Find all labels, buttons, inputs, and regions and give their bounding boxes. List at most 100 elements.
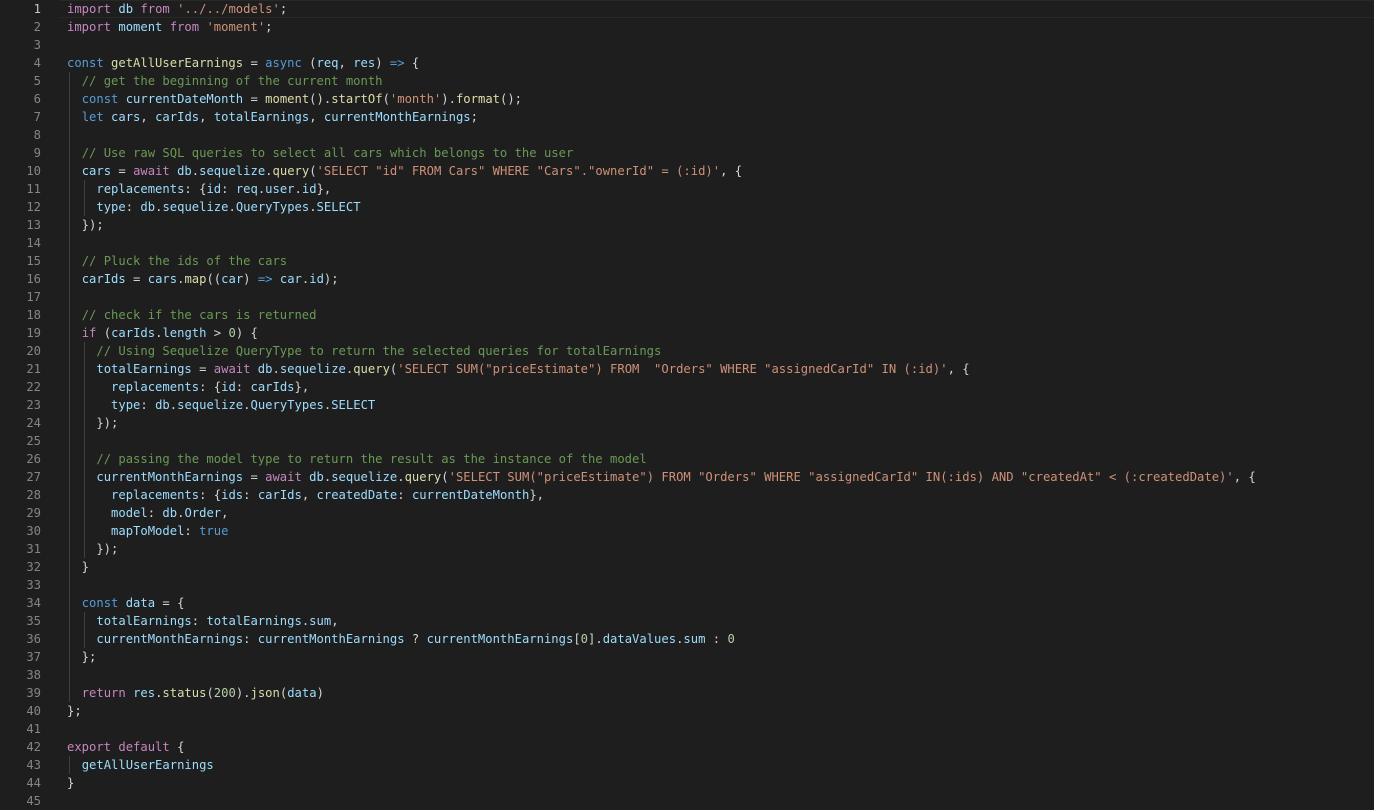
code-token: },	[529, 488, 545, 502]
code-token: 'SELECT "id" FROM Cars" WHERE "Cars"."ow…	[316, 164, 721, 178]
code-line[interactable]: 6 const currentDateMonth = moment().star…	[0, 90, 1374, 108]
code-token: totalEarnings	[206, 614, 302, 628]
code-token: cars	[81, 164, 112, 178]
code-line[interactable]: 29 model: db.Order,	[0, 504, 1374, 522]
code-token: replacements	[111, 380, 200, 394]
line-number: 24	[26, 416, 41, 430]
code-line[interactable]: 15 // Pluck the ids of the cars	[0, 252, 1374, 270]
line-code: };	[67, 702, 82, 720]
code-line[interactable]: 44}	[0, 774, 1374, 792]
line-code: const getAllUserEarnings = async (req, r…	[67, 54, 419, 72]
code-line[interactable]: 8	[0, 126, 1374, 144]
line-number: 38	[26, 668, 41, 682]
line-code: };	[67, 648, 97, 666]
code-token: sequelize	[279, 362, 346, 376]
line-number: 36	[26, 632, 41, 646]
code-line[interactable]: 10 cars = await db.sequelize.query('SELE…	[0, 162, 1374, 180]
code-line[interactable]: 12 type: db.sequelize.QueryTypes.SELECT	[0, 198, 1374, 216]
code-token: dataValues	[602, 632, 677, 646]
code-line[interactable]: 21 totalEarnings = await db.sequelize.qu…	[0, 360, 1374, 378]
code-line[interactable]: 45	[0, 792, 1374, 810]
code-line[interactable]: 32 }	[0, 558, 1374, 576]
code-line[interactable]: 36 currentMonthEarnings: currentMonthEar…	[0, 630, 1374, 648]
indent-guide	[83, 342, 85, 558]
code-token: ,	[140, 110, 156, 124]
code-line[interactable]: 11 replacements: {id: req.user.id},	[0, 180, 1374, 198]
code-token: , {	[720, 164, 743, 178]
code-token: data	[125, 596, 156, 610]
code-line[interactable]: 18 // check if the cars is returned	[0, 306, 1374, 324]
code-line[interactable]: 43 getAllUserEarnings	[0, 756, 1374, 774]
line-number: 4	[33, 56, 41, 70]
code-token: , {	[1233, 470, 1256, 484]
code-token: };	[67, 704, 82, 718]
code-token: =	[125, 272, 148, 286]
code-token: carIds	[155, 110, 200, 124]
code-token: =	[111, 164, 134, 178]
code-editor[interactable]: 1 import db from '../../models'; 2 import m…	[0, 0, 1374, 808]
code-token: (	[441, 470, 449, 484]
code-token: sequelize	[177, 398, 244, 412]
code-line[interactable]: 13 });	[0, 216, 1374, 234]
line-code: type: db.sequelize.QueryTypes.SELECT	[67, 198, 360, 216]
code-token: import	[67, 2, 112, 16]
code-token: .	[265, 164, 273, 178]
code-line[interactable]: 4 const getAllUserEarnings = async (req, …	[0, 54, 1374, 72]
code-line[interactable]: 38	[0, 666, 1374, 684]
line-code: replacements: {id: carIds},	[67, 378, 309, 396]
code-line[interactable]: 24 });	[0, 414, 1374, 432]
code-line[interactable]: 5 // get the beginning of the current mo…	[0, 72, 1374, 90]
code-token: >	[206, 326, 229, 340]
code-token: true	[199, 524, 229, 538]
code-line[interactable]: 27 currentMonthEarnings = await db.seque…	[0, 468, 1374, 486]
code-line[interactable]: 16 carIds = cars.map((car) => car.id);	[0, 270, 1374, 288]
code-token: getAllUserEarnings	[81, 758, 214, 772]
code-token: (	[382, 92, 390, 106]
code-token: .	[169, 398, 178, 412]
code-line[interactable]: 1 import db from '../../models';	[0, 0, 1374, 18]
code-line[interactable]: 28 replacements: {ids: carIds, createdDa…	[0, 486, 1374, 504]
code-line[interactable]: 26 // passing the model type to return t…	[0, 450, 1374, 468]
code-token: totalEarnings	[96, 362, 192, 376]
code-line[interactable]: 22 replacements: {id: carIds},	[0, 378, 1374, 396]
code-line[interactable]: 31 });	[0, 540, 1374, 558]
code-line[interactable]: 9 // Use raw SQL queries to select all c…	[0, 144, 1374, 162]
code-token: currentMonthEarnings	[323, 110, 471, 124]
code-token: map	[184, 272, 207, 286]
code-line[interactable]: 23 type: db.sequelize.QueryTypes.SELECT	[0, 396, 1374, 414]
code-line[interactable]: 14	[0, 234, 1374, 252]
code-line[interactable]: 3	[0, 36, 1374, 54]
code-line[interactable]: 39 return res.status(200).json(data)	[0, 684, 1374, 702]
code-line[interactable]: 41	[0, 720, 1374, 738]
code-line[interactable]: 7 let cars, carIds, totalEarnings, curre…	[0, 108, 1374, 126]
code-token: currentMonthEarnings	[96, 470, 244, 484]
code-line[interactable]: 37 };	[0, 648, 1374, 666]
code-token: id	[221, 380, 236, 394]
code-line[interactable]: 30 mapToModel: true	[0, 522, 1374, 540]
code-token: type	[111, 398, 141, 412]
code-token: ,	[338, 56, 354, 70]
code-line[interactable]: 17	[0, 288, 1374, 306]
line-code: totalEarnings = await db.sequelize.query…	[67, 360, 969, 378]
code-line[interactable]: 25	[0, 432, 1374, 450]
code-token: ().	[309, 92, 332, 106]
line-number: 39	[26, 686, 41, 700]
line-number: 8	[33, 128, 41, 142]
code-line[interactable]: 20 // Using Sequelize QueryType to retur…	[0, 342, 1374, 360]
code-token: .	[309, 200, 317, 214]
indent-guide	[69, 72, 70, 702]
code-line[interactable]: 40};	[0, 702, 1374, 720]
line-number: 22	[26, 380, 41, 394]
line-code: // get the beginning of the current mont…	[67, 72, 383, 90]
line-code: mapToModel: true	[67, 522, 228, 540]
code-line[interactable]: 2 import moment from 'moment';	[0, 18, 1374, 36]
code-line[interactable]: 34 const data = {	[0, 594, 1374, 612]
code-line[interactable]: 33	[0, 576, 1374, 594]
code-line[interactable]: 42 export default {	[0, 738, 1374, 756]
code-line[interactable]: 35 totalEarnings: totalEarnings.sum,	[0, 612, 1374, 630]
code-line[interactable]: 19 if (carIds.length > 0) {	[0, 324, 1374, 342]
